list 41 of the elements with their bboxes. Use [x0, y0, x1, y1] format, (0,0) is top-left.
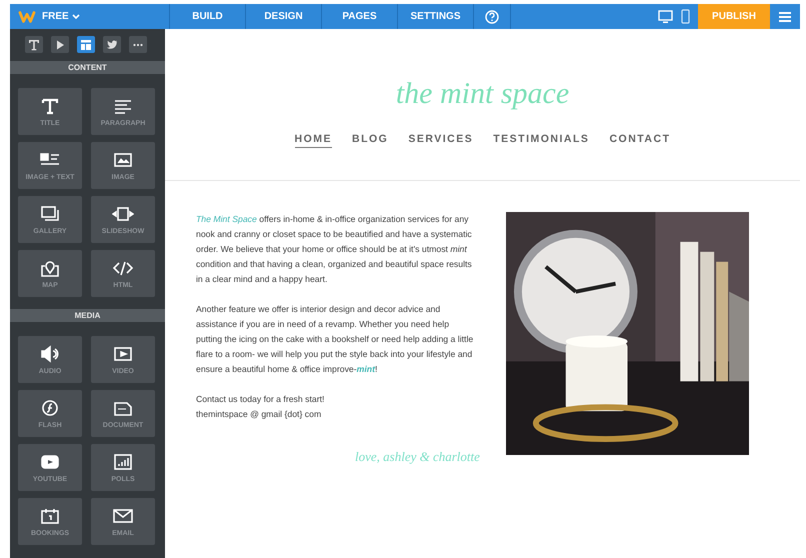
caret-icon: [72, 14, 80, 20]
site-logo[interactable]: the mint space: [396, 75, 570, 113]
signature: love, ashley & charlotte: [354, 448, 481, 466]
desktop-icon[interactable]: [658, 10, 673, 24]
site-nav-link[interactable]: TESTIMONIALS: [493, 133, 590, 148]
more-icon[interactable]: [129, 36, 147, 53]
calendar-icon: [39, 506, 61, 524]
body-paragraph: Another feature we offer is interior design and decor advice and assistance if you are in need of a revamp. Whether you need help putting the icing on the cake with a bookshelf or need help adding a little flare to a room- we will help you put the style back into your lifestyle and ensure a beautiful home & office improve-mint!: [196, 303, 474, 376]
video-icon: [112, 344, 134, 362]
title-icon: [39, 96, 61, 114]
site-nav-link[interactable]: HOME: [294, 133, 332, 148]
body-paragraph: The Mint Space offers in-home & in-office organization services for any nook and cranny or closet space to be beautified and have a systematic order. We believe that your home or office should be at it's utmost mint condition and that having a clean, organized and beautiful space results in a clear mind and a happy heart.: [196, 213, 473, 286]
section-header: MEDIA: [10, 309, 165, 322]
menu-icon: [779, 12, 791, 22]
site-nav-link[interactable]: BLOG: [352, 133, 388, 148]
help-icon[interactable]: [485, 10, 499, 24]
nav-tab[interactable]: BUILD: [170, 4, 246, 29]
play-icon[interactable]: [51, 36, 69, 53]
image-icon: [112, 150, 134, 168]
body-paragraph: themintspace @ gmail {dot} com: [196, 408, 322, 421]
plan-dropdown[interactable]: FREE: [42, 11, 80, 22]
slideshow-icon: [112, 204, 134, 222]
site-nav-link[interactable]: SERVICES: [408, 133, 474, 148]
flash-icon: [39, 398, 61, 416]
map-pin-icon: [39, 258, 61, 276]
layout-icon[interactable]: [77, 36, 95, 53]
envelope-icon: [112, 506, 134, 524]
nav-tab[interactable]: SETTINGS: [398, 4, 474, 29]
publish-button[interactable]: PUBLISH: [698, 4, 770, 29]
nav-tab[interactable]: DESIGN: [246, 4, 322, 29]
body-paragraph: Contact us today for a fresh start!: [196, 393, 326, 406]
gallery-icon: [39, 204, 61, 222]
section-header: CONTENT: [10, 61, 165, 74]
bar-chart-icon: [112, 452, 134, 470]
mobile-icon[interactable]: [681, 9, 690, 24]
speaker-icon: [39, 344, 61, 362]
site-nav-link[interactable]: CONTACT: [609, 133, 670, 148]
title-icon[interactable]: [25, 36, 43, 53]
nav-tab[interactable]: PAGES: [322, 4, 398, 29]
play-icon: [39, 452, 61, 470]
bird-icon[interactable]: [103, 36, 121, 53]
